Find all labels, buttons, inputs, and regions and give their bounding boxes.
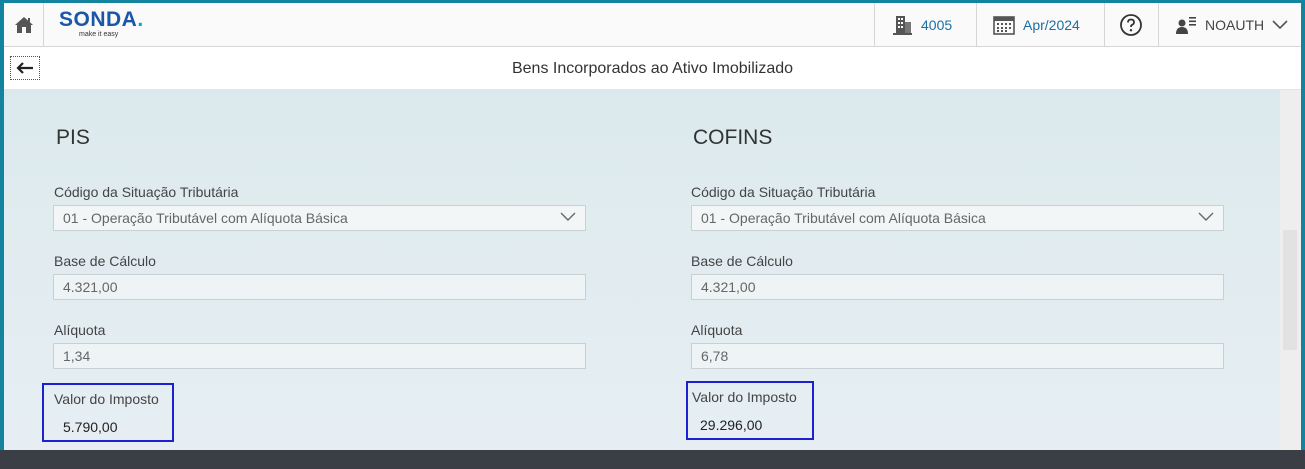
arrow-left-icon <box>16 62 33 74</box>
pis-aliquota-value: 1,34 <box>63 348 91 364</box>
logo-dot: . <box>137 8 144 31</box>
page-title: Bens Incorporados ao Ativo Imobilizado <box>511 60 794 77</box>
cofins-base-label: Base de Cálculo <box>691 253 793 269</box>
chevron-down-icon[interactable] <box>1198 211 1214 223</box>
cofins-imposto-label: Valor do Imposto <box>692 389 797 405</box>
scrollbar-thumb[interactable] <box>1283 230 1297 350</box>
chevron-down-icon[interactable] <box>560 211 576 223</box>
cofins-imposto-value: 29.296,00 <box>700 417 763 433</box>
help-button[interactable] <box>1104 3 1156 47</box>
cofins-aliquota-label: Alíquota <box>691 322 743 338</box>
app-window: SONDA. make it easy 4005 Apr/2024 NOAUTH… <box>4 3 1301 450</box>
cofins-base-value: 4.321,00 <box>701 279 756 295</box>
building-icon <box>893 16 912 35</box>
pis-cst-select[interactable]: 01 - Operação Tributável com Alíquota Bá… <box>53 205 586 231</box>
top-header: SONDA. make it easy 4005 Apr/2024 NOAUTH <box>4 3 1301 47</box>
footer-bar <box>0 450 1305 469</box>
calendar-icon <box>993 16 1015 35</box>
pis-imposto-label: Valor do Imposto <box>54 391 159 407</box>
vertical-scrollbar[interactable] <box>1280 90 1301 450</box>
cofins-cst-value: 01 - Operação Tributável com Alíquota Bá… <box>701 210 986 226</box>
cofins-imposto-box: Valor do Imposto 29.296,00 <box>686 381 814 440</box>
home-icon <box>14 17 33 33</box>
company-selector[interactable]: 4005 <box>874 3 971 47</box>
user-name[interactable]: NOAUTH <box>1205 17 1264 33</box>
form-content: PIS Código da Situação Tributária 01 - O… <box>4 90 1280 450</box>
pis-title: PIS <box>56 126 90 149</box>
cofins-aliquota-value: 6,78 <box>701 348 729 364</box>
pis-base-field[interactable]: 4.321,00 <box>53 274 586 300</box>
pis-aliquota-label: Alíquota <box>54 322 106 338</box>
cofins-title: COFINS <box>693 126 773 149</box>
logo-text: SONDA <box>59 8 138 31</box>
pis-base-label: Base de Cálculo <box>54 253 156 269</box>
period-value[interactable]: Apr/2024 <box>1023 17 1080 33</box>
cofins-aliquota-field[interactable]: 6,78 <box>691 343 1224 369</box>
sonda-logo: SONDA. make it easy <box>59 9 144 39</box>
page-titlebar: Bens Incorporados ao Ativo Imobilizado <box>4 47 1301 90</box>
user-icon <box>1176 17 1196 34</box>
chevron-down-icon[interactable] <box>1272 20 1288 30</box>
logo-tagline: make it easy <box>79 31 119 38</box>
pis-cst-label: Código da Situação Tributária <box>54 184 239 200</box>
cofins-cst-select[interactable]: 01 - Operação Tributável com Alíquota Bá… <box>691 205 1224 231</box>
home-button[interactable] <box>4 3 44 47</box>
cofins-cst-label: Código da Situação Tributária <box>691 184 876 200</box>
user-menu[interactable]: NOAUTH <box>1158 3 1301 47</box>
pis-aliquota-field[interactable]: 1,34 <box>53 343 586 369</box>
back-button[interactable] <box>10 56 40 80</box>
period-selector[interactable]: Apr/2024 <box>976 3 1102 47</box>
pis-base-value: 4.321,00 <box>63 279 118 295</box>
help-icon <box>1120 14 1142 36</box>
company-code[interactable]: 4005 <box>921 17 952 33</box>
pis-cst-value: 01 - Operação Tributável com Alíquota Bá… <box>63 210 348 226</box>
cofins-base-field[interactable]: 4.321,00 <box>691 274 1224 300</box>
pis-imposto-value: 5.790,00 <box>63 419 118 435</box>
pis-imposto-box: Valor do Imposto 5.790,00 <box>42 383 174 442</box>
